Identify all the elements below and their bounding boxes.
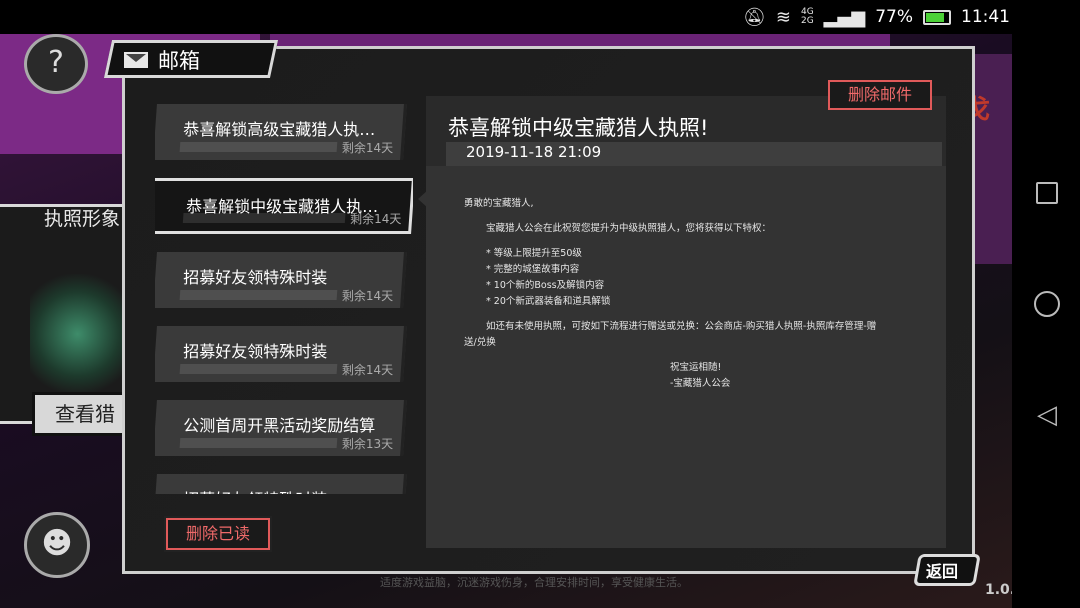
recents-button[interactable] xyxy=(1036,182,1058,204)
battery-percent: 77% xyxy=(875,7,913,27)
mail-sign-sender: -宝藏猎人公会 xyxy=(670,378,731,389)
mail-list-item[interactable]: 公测首周开黑活动奖励结算剩余13天 xyxy=(155,400,407,456)
mail-remaining: 剩余13天 xyxy=(341,437,393,451)
battery-fill xyxy=(926,12,945,22)
mail-greeting: 勇敢的宝藏猎人, xyxy=(464,198,534,209)
mail-subject: 招募好友领特殊时装 xyxy=(183,486,327,494)
mail-list-item[interactable]: 招募好友领特殊时装 xyxy=(155,474,407,494)
home-button[interactable] xyxy=(1034,291,1060,317)
mail-subject: 恭喜解锁高级宝藏猎人执… xyxy=(183,120,376,139)
perk-item: * 20个新武器装备和道具解锁 xyxy=(486,296,611,307)
clock: 11:41 xyxy=(961,7,1010,27)
mail-remaining: 剩余14天 xyxy=(341,141,393,155)
perk-item: * 等级上限提升至50级 xyxy=(486,248,582,259)
friends-icon[interactable]: ☻ xyxy=(24,512,90,578)
network-type: 4G 2G xyxy=(800,7,814,26)
mail-body: 勇敢的宝藏猎人, 宝藏猎人公会在此祝贺您提升为中级执照猎人，您将获得以下特权： … xyxy=(464,196,914,392)
mailbox-title: 邮箱 xyxy=(158,49,200,73)
mail-sign-wish: 祝宝运相随! xyxy=(670,362,722,373)
mail-list[interactable]: 恭喜解锁高级宝藏猎人执… 剩余14天 恭喜解锁中级宝藏猎人执… 剩余14天 招募好友领特… xyxy=(155,104,413,494)
mail-list-item[interactable]: 恭喜解锁中级宝藏猎人执… 剩余14天 xyxy=(155,178,413,234)
mail-title: 恭喜解锁中级宝藏猎人执照! xyxy=(448,116,709,140)
license-card-label: 执照形象 xyxy=(44,208,121,230)
mail-item-bar xyxy=(179,290,338,300)
help-icon[interactable]: ? xyxy=(24,34,88,94)
envelope-icon xyxy=(124,52,148,68)
mail-remaining: 剩余14天 xyxy=(341,363,393,377)
mailbox-header: 邮箱 xyxy=(124,45,200,75)
mute-icon: 🔕︎ xyxy=(743,6,766,28)
mail-item-bar xyxy=(179,438,338,448)
mail-note-cont: 送/兑换 xyxy=(464,337,496,348)
mail-intro: 宝藏猎人公会在此祝贺您提升为中级执照猎人，您将获得以下特权： xyxy=(486,223,772,234)
mail-list-item[interactable]: 招募好友领特殊时装 剩余14天 xyxy=(155,252,407,308)
signal-icon: ▂▄▆ xyxy=(823,6,866,28)
wifi-icon: ≋ xyxy=(775,6,791,28)
perk-item: * 完整的城堡故事内容 xyxy=(486,264,580,275)
mail-list-item[interactable]: 招募好友领特殊时装 剩余14天 xyxy=(155,326,407,382)
character-portrait xyxy=(30,274,125,394)
mail-subject: 公测首周开黑活动奖励结算 xyxy=(183,416,376,435)
delete-read-button[interactable]: 删除已读 xyxy=(164,516,272,552)
mail-remaining: 剩余14天 xyxy=(341,289,393,303)
mail-subject: 招募好友领特殊时装 xyxy=(183,342,328,361)
version-label: 1.0.1 xyxy=(985,582,1012,598)
mail-note: 如还有未使用执照，可按如下流程进行赠送或兑换：公会商店-购买猎人执照-执照库存管… xyxy=(486,321,877,332)
status-bar: 🔕︎ ≋ 4G 2G ▂▄▆ 77% 11:41 xyxy=(0,0,1080,34)
health-notice: 适度游戏益脑，沉迷游戏伤身，合理安排时间，享受健康生活。 xyxy=(380,576,688,589)
perk-item: * 10个新的Boss及解锁内容 xyxy=(486,280,605,291)
mail-item-bar xyxy=(179,142,338,152)
mail-date: 2019-11-18 21:09 xyxy=(466,143,602,161)
view-hunter-button[interactable]: 查看猎人 xyxy=(32,392,128,436)
mail-item-bar xyxy=(179,364,338,374)
mail-list-item[interactable]: 恭喜解锁高级宝藏猎人执… 剩余14天 xyxy=(155,104,407,160)
back-nav-button[interactable]: ◁ xyxy=(1034,402,1060,428)
back-button-label[interactable]: 返回 xyxy=(926,558,958,582)
mail-remaining: 剩余14天 xyxy=(349,212,402,226)
delete-mail-button[interactable]: 删除邮件 xyxy=(828,80,932,110)
mail-subject: 招募好友领特殊时装 xyxy=(183,268,328,287)
android-nav-bar: ◁ xyxy=(1012,34,1080,608)
battery-icon xyxy=(923,9,951,25)
